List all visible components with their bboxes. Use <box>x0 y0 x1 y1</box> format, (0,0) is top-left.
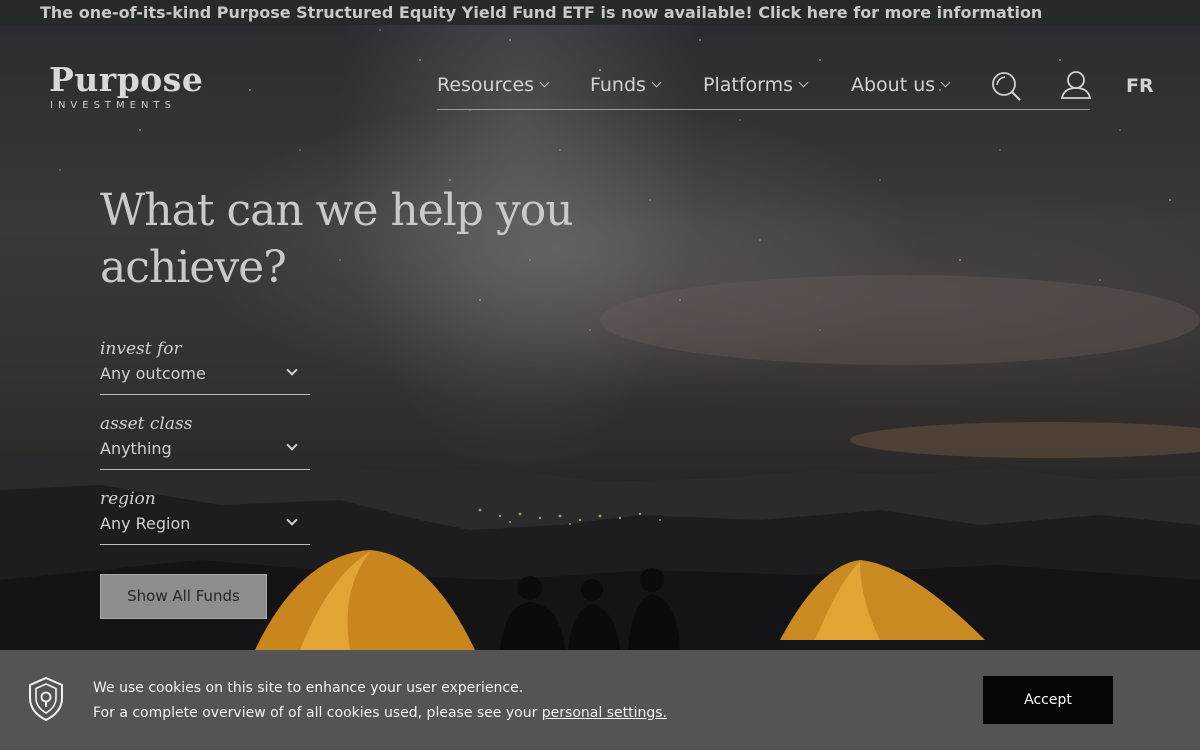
chevron-down-icon <box>286 439 298 451</box>
chevron-down-icon <box>286 364 298 376</box>
cookie-banner: We use cookies on this site to enhance y… <box>0 650 1200 750</box>
nav-item-label: About us <box>851 74 936 96</box>
cookie-line-2-text: For a complete overview of of all cookie… <box>93 705 542 721</box>
headline-line-1: What can we help you <box>100 185 574 236</box>
nav-item-resources[interactable]: Resources <box>437 74 550 96</box>
user-icon <box>1060 71 1092 99</box>
search-icon <box>992 72 1021 101</box>
search-button[interactable] <box>990 70 1022 106</box>
chevron-down-icon <box>539 77 550 88</box>
show-all-funds-button[interactable]: Show All Funds <box>100 574 267 619</box>
announcement-text[interactable]: The one-of-its-kind Purpose Structured E… <box>40 3 1042 22</box>
cookie-line-1: We use cookies on this site to enhance y… <box>93 680 524 696</box>
filter-asset-class: asset class Anything <box>100 411 310 471</box>
nav-item-label: Resources <box>437 74 535 96</box>
personal-settings-link[interactable]: personal settings. <box>542 705 667 721</box>
nav-item-about-us[interactable]: About us <box>851 74 951 96</box>
headline-line-2: achieve? <box>100 242 287 293</box>
invest-for-select[interactable]: Any outcome <box>100 362 310 395</box>
announcement-bar[interactable]: The one-of-its-kind Purpose Structured E… <box>0 0 1200 25</box>
chevron-down-icon <box>940 77 951 88</box>
cookie-line-2: For a complete overview of of all cookie… <box>93 701 893 726</box>
nav-item-funds[interactable]: Funds <box>590 74 662 96</box>
filter-value: Anything <box>100 439 172 458</box>
filter-value: Any outcome <box>100 364 206 383</box>
shield-lock-icon <box>29 676 63 722</box>
logo-subtitle: INVESTMENTS <box>50 100 176 111</box>
logo-wordmark: Purpose <box>49 60 204 99</box>
hero-headline: What can we help you achieve? <box>100 182 600 296</box>
region-select[interactable]: Any Region <box>100 512 310 545</box>
chevron-down-icon <box>286 514 298 526</box>
chevron-down-icon <box>798 77 809 88</box>
asset-class-select[interactable]: Anything <box>100 437 310 470</box>
accept-cookies-button[interactable]: Accept <box>983 676 1113 724</box>
filter-region: region Any Region <box>100 486 310 546</box>
filter-value: Any Region <box>100 514 191 533</box>
filter-label: region <box>100 489 156 509</box>
cookie-message: We use cookies on this site to enhance y… <box>93 676 893 726</box>
logo[interactable]: Purpose INVESTMENTS <box>49 60 209 120</box>
filter-label: invest for <box>100 339 182 359</box>
nav-item-label: Platforms <box>703 74 794 96</box>
filter-invest-for: invest for Any outcome <box>100 336 310 396</box>
language-toggle[interactable]: FR <box>1126 75 1154 97</box>
chevron-down-icon <box>651 77 662 88</box>
filter-label: asset class <box>100 414 193 434</box>
nav-item-label: Funds <box>590 74 646 96</box>
nav-item-platforms[interactable]: Platforms <box>703 74 809 96</box>
account-button[interactable] <box>1060 70 1092 104</box>
